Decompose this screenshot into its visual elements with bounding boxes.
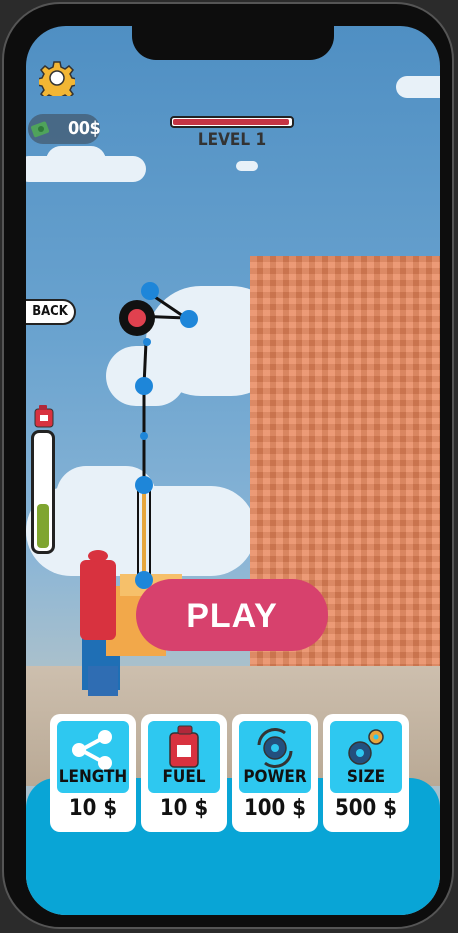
- upgrade-power-card[interactable]: POWER 100 $: [232, 714, 318, 832]
- upgrade-price: 10 $: [159, 796, 209, 821]
- upgrade-length-card[interactable]: LENGTH 10 $: [50, 714, 136, 832]
- back-button[interactable]: BACK: [26, 299, 76, 325]
- game-screen: 00$ LEVEL 1 BACK PLAY LENGTH 10 $ FUEL 1…: [26, 26, 440, 915]
- level-progress-fill: [173, 119, 290, 125]
- fuel-tank: [80, 560, 116, 640]
- upgrade-label: SIZE: [346, 767, 386, 787]
- upgrade-size-card[interactable]: SIZE 500 $: [323, 714, 409, 832]
- upgrade-label: POWER: [243, 767, 307, 787]
- fuel-gauge: [31, 430, 55, 554]
- arm-joint: [143, 338, 151, 346]
- level-progress-bar: [170, 116, 294, 128]
- phone-frame: 00$ LEVEL 1 BACK PLAY LENGTH 10 $ FUEL 1…: [2, 2, 454, 929]
- upgrade-price: 500 $: [335, 796, 397, 821]
- arm-joint: [135, 377, 153, 395]
- play-button[interactable]: PLAY: [136, 579, 328, 651]
- upgrade-fuel-card[interactable]: FUEL 10 $: [141, 714, 227, 832]
- fuel-can-icon: [34, 405, 54, 428]
- arm-joint: [180, 310, 198, 328]
- upgrade-cards: LENGTH 10 $ FUEL 10 $ POWER 100 $ SIZE 5…: [50, 714, 414, 832]
- arm-piston-inner: [142, 492, 146, 576]
- fuel-tank-cap: [88, 550, 108, 562]
- phone-notch: [132, 22, 334, 60]
- cycle-gear-icon: [257, 728, 293, 768]
- machine-base: [88, 666, 118, 696]
- upgrade-label: FUEL: [162, 767, 206, 787]
- cash-icon: [31, 121, 50, 138]
- settings-gear-icon[interactable]: [39, 60, 75, 96]
- arm-joint: [140, 432, 148, 440]
- level-label: LEVEL 1: [197, 130, 267, 150]
- arm-joint: [141, 282, 159, 300]
- money-value: 00$: [68, 118, 101, 139]
- upgrade-label: LENGTH: [58, 767, 128, 787]
- fuel-gauge-fill: [37, 504, 49, 548]
- money-counter: 00$: [28, 114, 101, 144]
- upgrade-price: 100 $: [244, 796, 306, 821]
- gears-icon: [348, 729, 384, 765]
- arm-joint: [135, 476, 153, 494]
- fuel-can-icon: [169, 725, 199, 768]
- drill-head-core: [128, 309, 146, 327]
- upgrade-price: 10 $: [68, 796, 118, 821]
